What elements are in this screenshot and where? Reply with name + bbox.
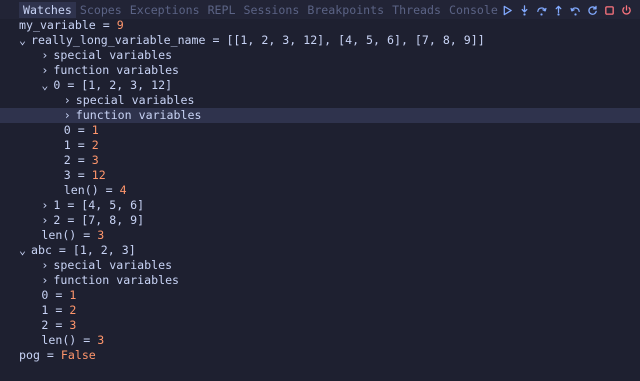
tree-node-expandable[interactable]: › function variables [0,108,640,123]
tree-node-expandable[interactable]: › special variables [0,258,640,273]
watch-expression: 2 = [41,318,70,332]
watch-value: False [60,348,96,362]
watch-expression: len() = [41,228,98,242]
step-over-button[interactable] [533,2,550,18]
disconnect-icon [621,4,632,16]
chevron-right-icon[interactable]: › [41,213,53,228]
watch-expression: my_variable = [19,18,117,32]
watch-expression: len() = [41,333,98,347]
watch-value: 3 [69,318,77,332]
watch-expression: 2 = [7, 8, 9] [53,213,145,227]
watch-expression: really_long_variable_name = [[1, 2, 3, 1… [31,33,485,47]
debugger-toolbar: Watches Scopes Exceptions REPL Sessions Break… [0,0,640,19]
tree-node-expandable[interactable]: › special variables [0,93,640,108]
step-out-button[interactable] [550,2,567,18]
play-icon [502,5,513,16]
tree-node[interactable]: len() = 4 [0,183,640,198]
chevron-down-icon[interactable]: ⌄ [19,243,31,258]
tree-node[interactable]: my_variable = 9 [0,18,640,33]
watches-tree: my_variable = 9 ⌄ really_long_variable_nam… [0,18,640,363]
tree-node[interactable]: 3 = 12 [0,168,640,183]
watch-value: 1 [69,288,77,302]
tree-node-expandable[interactable]: › function variables [0,273,640,288]
tab-strip: Watches Scopes Exceptions REPL Sessions Break… [19,2,502,18]
watch-expression: 0 = [63,123,92,137]
watch-value: 9 [116,18,124,32]
restart-button[interactable] [584,2,601,18]
tab-repl[interactable]: REPL [204,2,240,18]
tree-node-expandable[interactable]: ⌄ 0 = [1, 2, 3, 12] [0,78,640,93]
watch-expression: function variables [53,273,180,287]
tree-node-expandable[interactable]: › function variables [0,63,640,78]
chevron-down-icon[interactable]: ⌄ [19,33,31,48]
watch-expression: function variables [53,63,180,77]
tree-node-expandable[interactable]: › 1 = [4, 5, 6] [0,198,640,213]
tab-threads[interactable]: Threads [388,2,445,18]
watch-expression: function variables [75,108,202,122]
chevron-right-icon[interactable]: › [41,258,53,273]
chevron-right-icon[interactable]: › [41,198,53,213]
watch-expression: len() = [63,183,120,197]
tree-node[interactable]: len() = 3 [0,228,640,243]
tab-console[interactable]: Console [445,2,502,18]
watch-value: 2 [69,303,77,317]
watch-expression: 1 = [4, 5, 6] [53,198,145,212]
stop-icon [604,5,615,16]
tab-watches[interactable]: Watches [19,2,76,18]
watch-value: 12 [91,168,106,182]
watch-expression: 0 = [1, 2, 3, 12] [53,78,173,92]
watch-expression: special variables [53,258,173,272]
chevron-right-icon[interactable]: › [41,48,53,63]
watch-expression: pog = [19,348,61,362]
tree-node[interactable]: 2 = 3 [0,153,640,168]
watch-expression: 0 = [41,288,70,302]
tab-sessions[interactable]: Sessions [240,2,304,18]
watch-expression: 2 = [63,153,92,167]
step-into-icon [519,4,530,16]
disconnect-button[interactable] [618,2,635,18]
watch-value: 3 [97,228,105,242]
tree-node[interactable]: 0 = 1 [0,288,640,303]
tree-node[interactable]: 1 = 2 [0,303,640,318]
watch-value: 2 [91,138,99,152]
step-back-icon [570,5,581,16]
step-out-icon [553,5,564,16]
watch-value: 3 [97,333,105,347]
watch-expression: special variables [75,93,195,107]
step-over-icon [536,5,547,16]
watch-expression: 3 = [63,168,92,182]
watch-expression: 1 = [41,303,70,317]
watch-value: 3 [91,153,99,167]
tree-node[interactable]: len() = 3 [0,333,640,348]
watch-expression: special variables [53,48,173,62]
watch-expression: 1 = [63,138,92,152]
step-back-button[interactable] [567,2,584,18]
stop-button[interactable] [601,2,618,18]
tab-scopes[interactable]: Scopes [76,2,126,18]
restart-icon [587,5,598,16]
chevron-right-icon[interactable]: › [41,273,53,288]
chevron-right-icon[interactable]: › [64,108,76,123]
tree-node-expandable[interactable]: ⌄ really_long_variable_name = [[1, 2, 3, … [0,33,640,48]
chevron-down-icon[interactable]: ⌄ [41,78,53,93]
play-button[interactable] [499,2,516,18]
tab-breakpoints[interactable]: Breakpoints [303,2,388,18]
tree-node[interactable]: pog = False [0,348,640,363]
watch-value: 4 [119,183,127,197]
tree-node-expandable[interactable]: ⌄ abc = [1, 2, 3] [0,243,640,258]
tree-node[interactable]: 1 = 2 [0,138,640,153]
watch-expression: abc = [1, 2, 3] [31,243,136,257]
chevron-right-icon[interactable]: › [64,93,76,108]
tab-exceptions[interactable]: Exceptions [126,2,204,18]
tree-node[interactable]: 0 = 1 [0,123,640,138]
tree-node-expandable[interactable]: › 2 = [7, 8, 9] [0,213,640,228]
debug-controls [499,2,635,18]
chevron-right-icon[interactable]: › [41,63,53,78]
step-into-button[interactable] [516,2,533,18]
tree-node[interactable]: 2 = 3 [0,318,640,333]
tree-node-expandable[interactable]: › special variables [0,48,640,63]
watch-value: 1 [91,123,99,137]
